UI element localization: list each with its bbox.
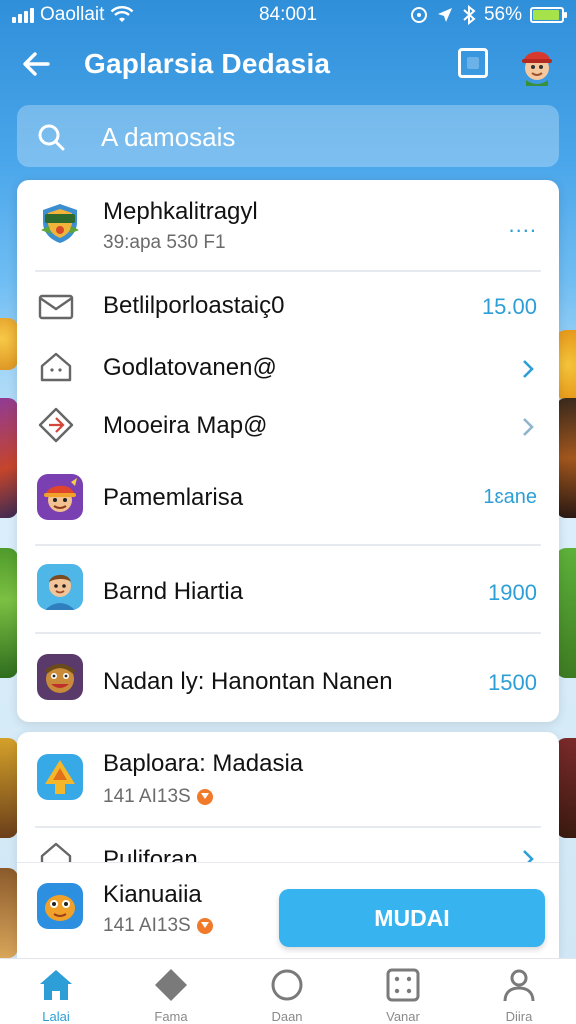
list-item-value: 1900 xyxy=(488,580,537,605)
tab-diira[interactable]: Diira xyxy=(474,967,564,1024)
list-item[interactable]: Mooeira Map@ xyxy=(17,398,559,454)
circle-icon xyxy=(271,969,303,1001)
list-item-title: Barnd Hiartia xyxy=(103,578,244,605)
window-toggle-button[interactable] xyxy=(458,48,488,78)
background-game-tile xyxy=(0,868,18,958)
list-item-value: 1500 xyxy=(488,670,537,695)
list-item-title: Mooeira Map@ xyxy=(103,412,268,439)
list-item[interactable]: Barnd Hiartia 1900 xyxy=(17,556,559,626)
background-game-tile xyxy=(556,548,576,678)
tab-label: Fama xyxy=(154,1009,188,1023)
app-header: Gaplarsia Dedasia xyxy=(0,36,576,92)
arrow-app-icon xyxy=(37,754,83,800)
character-app-icon xyxy=(37,564,83,610)
home-icon xyxy=(40,970,72,1000)
background-game-tile xyxy=(0,398,18,518)
status-bar: Oaollait 84:001 56% xyxy=(0,0,576,30)
back-arrow-icon[interactable] xyxy=(18,46,54,82)
mail-icon xyxy=(38,294,74,320)
alarm-icon xyxy=(410,7,427,23)
list-item-title: Pamemlarisa xyxy=(103,484,244,511)
list-item[interactable]: Pamemlarisa 1ɛane xyxy=(17,466,559,530)
battery-percent: 56% xyxy=(483,4,522,25)
shield-badge-icon xyxy=(41,204,79,243)
list-item[interactable]: Nadan ly: Hanontan Nanen 1500 xyxy=(17,646,559,716)
list-item-subtitle: 141 AI13S xyxy=(103,786,213,808)
tab-fama[interactable]: Fama xyxy=(126,967,216,1024)
divider xyxy=(35,826,541,828)
bottom-tab-bar: Lalai Fama Daan Vanar Diira xyxy=(0,958,576,1024)
tab-label: Lalai xyxy=(42,1009,70,1023)
chevron-right-icon xyxy=(523,418,534,436)
list-item-value: 1ɛane xyxy=(483,486,537,508)
location-diamond-icon xyxy=(38,407,74,443)
list-item-title: Betlilporloastaiç0 xyxy=(103,292,285,319)
list-item[interactable]: Baploara: Madasia 141 AI13S xyxy=(17,732,559,824)
tab-label: Vanar xyxy=(386,1009,420,1023)
game-app-icon xyxy=(37,474,83,520)
background-game-tile xyxy=(556,398,576,518)
card-header-row[interactable]: Mephkalitragyl 39:apa 530 F1 .... xyxy=(17,180,559,270)
search-icon xyxy=(38,124,65,151)
list-item[interactable]: Betlilporloastaiç0 15.00 xyxy=(17,280,559,336)
avatar[interactable] xyxy=(516,42,558,86)
list-item[interactable]: Godlatovanen@ xyxy=(17,340,559,396)
background-game-tile xyxy=(556,330,576,400)
home-outline-icon xyxy=(40,352,72,382)
download-badge-icon xyxy=(196,788,213,805)
download-badge-icon xyxy=(196,917,213,934)
card-header-title: Mephkalitragyl xyxy=(103,198,258,225)
mudai-button[interactable]: MUDAI xyxy=(279,889,545,947)
diamond-icon xyxy=(155,969,187,1001)
background-game-tile xyxy=(556,738,576,838)
page-title: Gaplarsia Dedasia xyxy=(84,48,331,79)
monster-app-icon xyxy=(37,654,83,700)
battery-icon xyxy=(530,7,567,23)
chevron-right-icon xyxy=(523,360,534,378)
sticky-action-row: Kianuaiia 141 AI13S MUDAI xyxy=(17,862,559,962)
tab-home[interactable]: Lalai xyxy=(11,967,101,1024)
sticky-subtitle: 141 AI13S xyxy=(103,915,213,937)
tab-vanar[interactable]: Vanar xyxy=(358,967,448,1024)
divider xyxy=(35,544,541,546)
main-list-card: Mephkalitragyl 39:apa 530 F1 .... Betlil… xyxy=(17,180,559,722)
list-item-value: 15.00 xyxy=(481,294,537,319)
background-game-tile xyxy=(0,738,18,838)
divider xyxy=(35,632,541,634)
list-item-title: Godlatovanen@ xyxy=(103,354,277,381)
background-game-tile xyxy=(0,318,18,370)
location-arrow-icon xyxy=(437,8,452,22)
dice-icon xyxy=(386,968,420,1002)
divider xyxy=(35,270,541,272)
card-header-subtitle: 39:apa 530 F1 xyxy=(103,232,226,253)
tab-daan[interactable]: Daan xyxy=(242,967,332,1024)
sticky-title: Kianuaiia xyxy=(103,881,202,908)
bluetooth-icon xyxy=(463,5,476,25)
more-options-icon[interactable]: .... xyxy=(509,212,537,238)
person-icon xyxy=(503,969,535,1002)
tab-label: Diira xyxy=(505,1009,533,1023)
list-item-title: Nadan ly: Hanontan Nanen xyxy=(103,668,393,695)
background-game-tile xyxy=(0,548,18,678)
square-icon xyxy=(467,57,479,69)
search-input[interactable]: A damosais xyxy=(101,122,235,153)
fish-app-icon xyxy=(37,883,83,929)
search-bar[interactable]: A damosais xyxy=(17,105,559,167)
status-right: 56% xyxy=(410,4,567,26)
tab-label: Daan xyxy=(271,1009,303,1023)
list-item-title: Baploara: Madasia xyxy=(103,750,304,777)
